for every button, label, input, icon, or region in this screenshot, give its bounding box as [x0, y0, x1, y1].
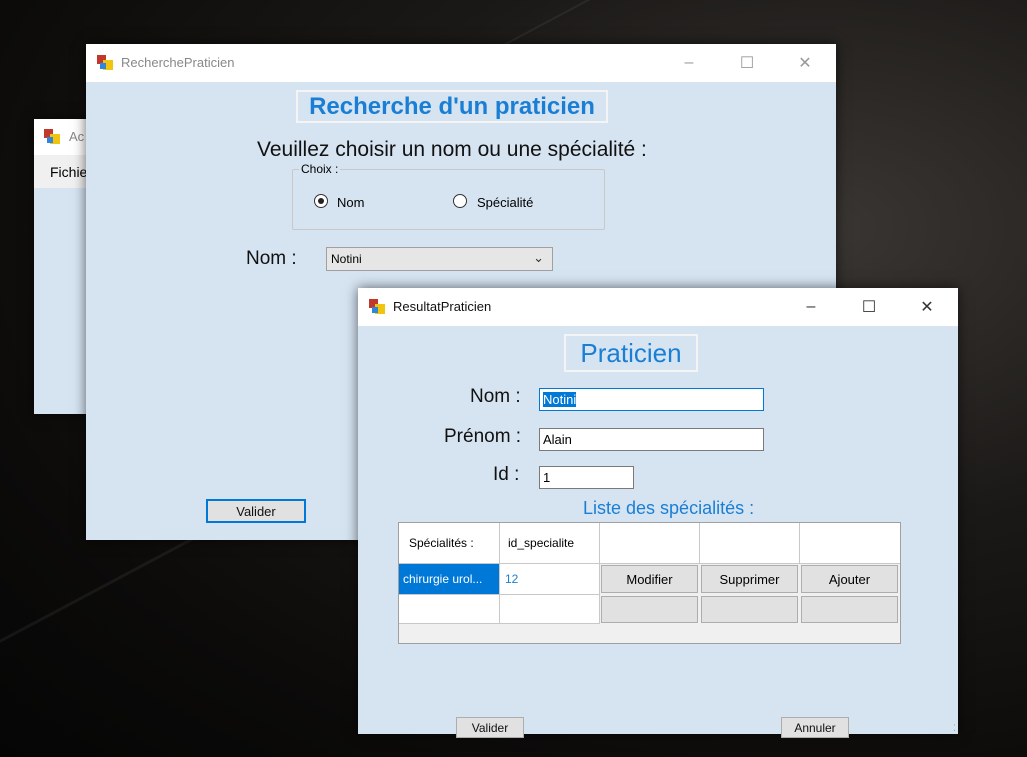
maximize-icon[interactable]: ☐ — [840, 288, 898, 326]
nom-combobox-value: Notini — [331, 252, 362, 266]
resultat-window-title: ResultatPraticien — [393, 299, 492, 314]
close-icon[interactable]: ✕ — [898, 288, 956, 326]
minimize-icon[interactable]: – — [782, 288, 840, 326]
empty-row-button[interactable] — [801, 596, 898, 623]
app-icon — [369, 299, 385, 315]
nom-label: Nom : — [246, 248, 297, 269]
minimize-icon[interactable]: – — [660, 44, 718, 82]
nom-label: Nom : — [470, 386, 521, 407]
nom-combobox[interactable]: Notini ⌄ — [326, 247, 553, 271]
ajouter-button[interactable]: Ajouter — [801, 565, 898, 593]
instruction-text: Veuillez choisir un nom ou une spécialit… — [257, 138, 647, 161]
recherche-heading: Recherche d'un praticien — [296, 90, 608, 123]
radio-nom[interactable] — [314, 194, 328, 208]
maximize-icon[interactable]: ☐ — [718, 44, 776, 82]
resultat-valider-button[interactable]: Valider — [456, 717, 524, 738]
chevron-down-icon[interactable]: ⌄ — [533, 250, 544, 266]
column-header-empty — [800, 523, 900, 564]
column-header-empty — [700, 523, 800, 564]
specialites-grid[interactable]: Spécialités : id_specialite chirurgie ur… — [398, 522, 901, 644]
empty-row-button[interactable] — [701, 596, 798, 623]
praticien-heading: Praticien — [564, 334, 698, 372]
column-header-specialites[interactable]: Spécialités : — [399, 523, 500, 564]
table-row-specialite-cell[interactable]: chirurgie urol... — [399, 564, 500, 595]
resize-grip-icon[interactable]: ⁚ — [953, 723, 956, 734]
resultat-window[interactable]: ResultatPraticien – ☐ ✕ Praticien Nom : … — [358, 288, 958, 738]
column-header-empty — [600, 523, 700, 564]
radio-specialite[interactable] — [453, 194, 467, 208]
table-row-new-cell[interactable] — [399, 595, 500, 624]
choix-groupbox-label: Choix : — [299, 162, 341, 176]
radio-specialite-label[interactable]: Spécialité — [477, 195, 533, 210]
table-row-new-cell[interactable] — [500, 595, 600, 624]
app-icon — [44, 129, 60, 145]
resultat-titlebar[interactable]: ResultatPraticien – ☐ ✕ — [358, 288, 958, 326]
prenom-label: Prénom : — [444, 426, 522, 447]
empty-row-button[interactable] — [601, 596, 698, 623]
id-field[interactable]: 1 — [539, 466, 634, 489]
app-icon — [97, 55, 113, 71]
back-window-title: Ac — [69, 129, 85, 144]
menu-fichier[interactable]: Fichie — [50, 164, 87, 180]
prenom-field[interactable]: Alain — [539, 428, 764, 451]
id-label: Id : — [493, 464, 520, 485]
resultat-client: Praticien Nom : Notini Prénom : Alain Id… — [358, 326, 958, 738]
column-header-id-specialite[interactable]: id_specialite — [500, 523, 600, 564]
radio-nom-label[interactable]: Nom — [337, 195, 364, 210]
recherche-window-title: RecherchePraticien — [121, 55, 235, 70]
resultat-annuler-button[interactable]: Annuler — [781, 717, 849, 738]
close-icon[interactable]: ✕ — [776, 44, 834, 82]
table-row-id-cell[interactable]: 12 — [500, 564, 600, 595]
nom-field[interactable]: Notini — [539, 388, 764, 411]
supprimer-button[interactable]: Supprimer — [701, 565, 798, 593]
liste-specialites-heading: Liste des spécialités : — [583, 498, 755, 518]
recherche-titlebar[interactable]: RecherchePraticien – ☐ ✕ — [86, 44, 836, 82]
modifier-button[interactable]: Modifier — [601, 565, 698, 593]
recherche-valider-button[interactable]: Valider — [206, 499, 306, 523]
